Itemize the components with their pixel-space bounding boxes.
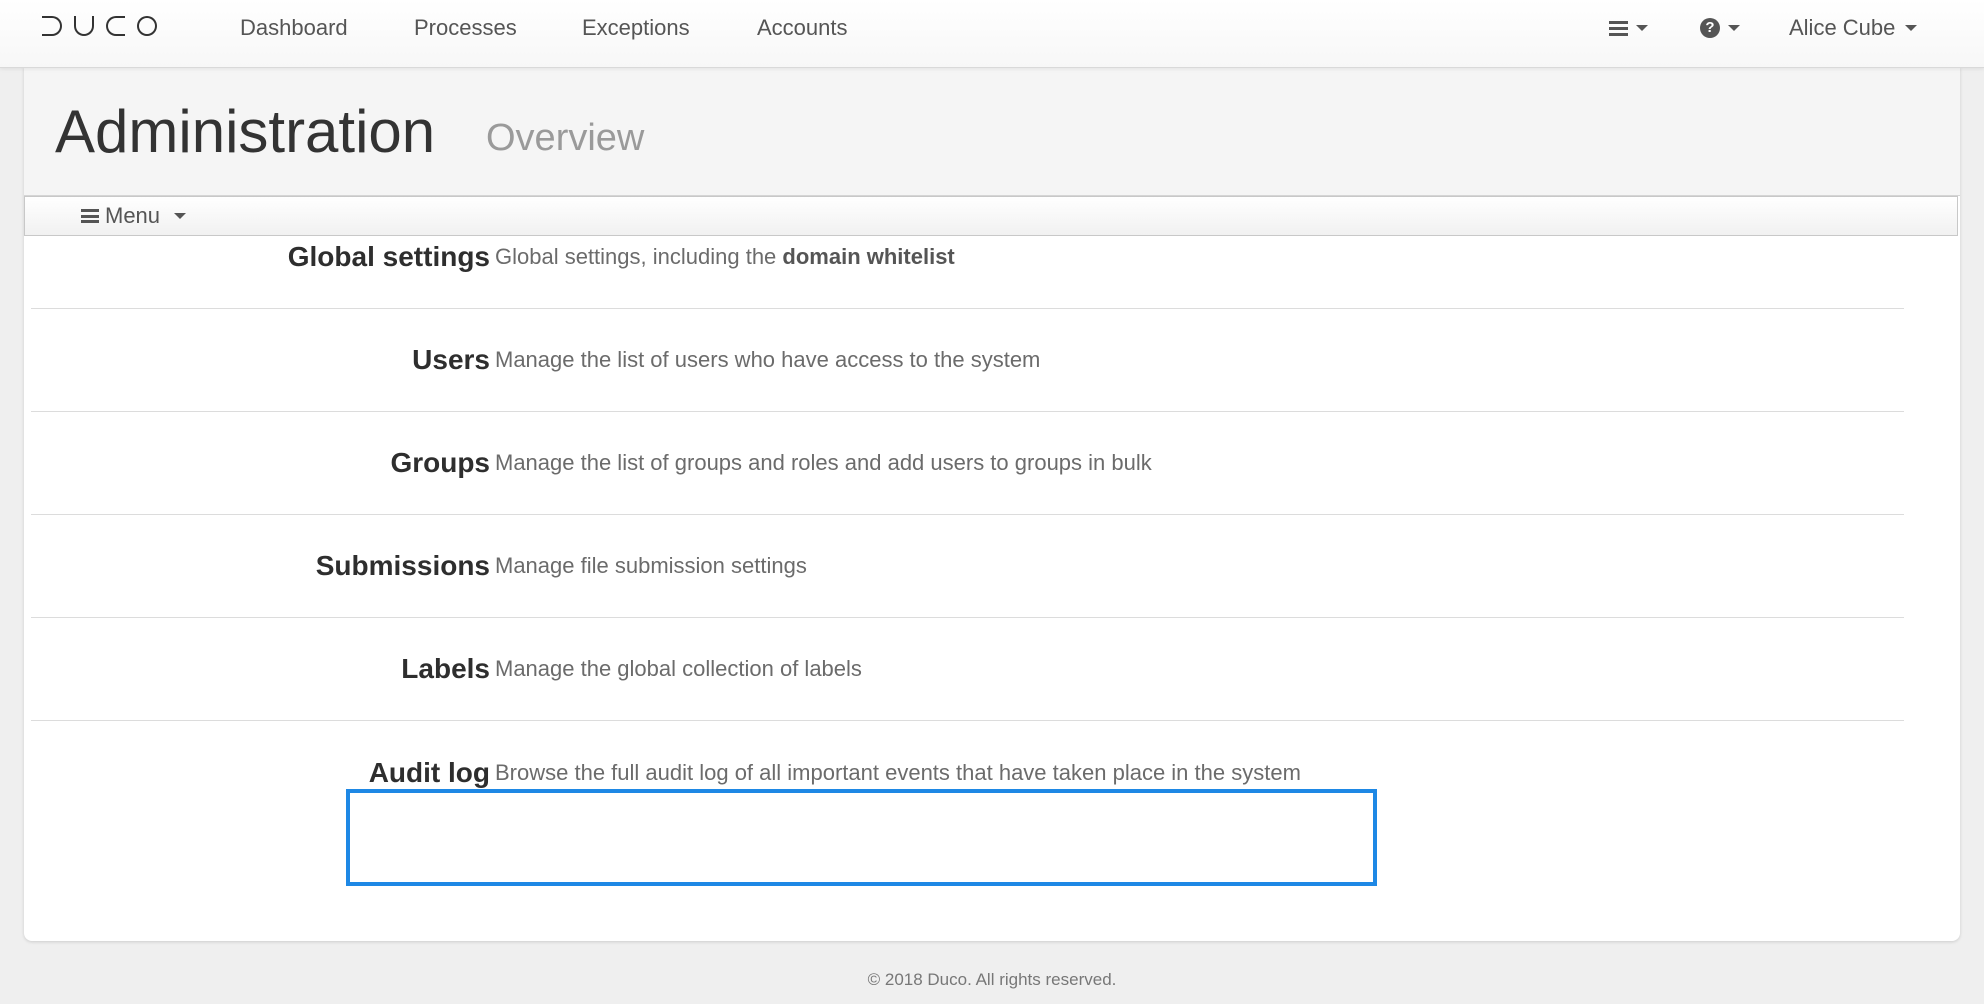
page-subtitle: Overview (486, 117, 645, 159)
item-title[interactable]: Users (412, 344, 490, 376)
nav-exceptions[interactable]: Exceptions (582, 0, 690, 56)
app-menu-dropdown[interactable] (1609, 0, 1648, 56)
item-description: Manage file submission settings (495, 553, 807, 578)
caret-down-icon (1905, 25, 1918, 31)
item-title[interactable]: Labels (401, 653, 490, 685)
user-menu-dropdown[interactable]: Alice Cube (1789, 0, 1918, 56)
page-header: Administration Overview (24, 67, 1960, 196)
admin-item-global-settings[interactable]: Global settings Global settings, includi… (31, 206, 1904, 309)
logo-letter-o (137, 16, 157, 36)
logo-letter-c (105, 16, 126, 36)
caret-down-icon (1636, 25, 1648, 31)
user-name: Alice Cube (1789, 15, 1896, 40)
admin-item-audit-log[interactable]: Audit log Browse the full audit log of a… (31, 721, 1904, 824)
admin-item-list: Global settings Global settings, includi… (31, 206, 1904, 824)
page-title: Administration (55, 98, 436, 165)
top-navbar: Dashboard Processes Exceptions Accounts … (0, 0, 1984, 68)
item-description: Browse the full audit log of all importa… (495, 759, 1301, 785)
hamburger-icon (1609, 20, 1628, 36)
nav-dashboard[interactable]: Dashboard (240, 0, 348, 56)
nav-accounts[interactable]: Accounts (757, 0, 848, 56)
admin-item-submissions[interactable]: Submissions Manage file submission setti… (31, 515, 1904, 618)
item-description-text: Global settings, including the (495, 244, 783, 269)
admin-item-labels[interactable]: Labels Manage the global collection of l… (31, 618, 1904, 721)
item-title[interactable]: Global settings (288, 241, 490, 273)
help-circle-icon: ? (1700, 18, 1720, 38)
footer-copyright: © 2018 Duco. All rights reserved. (867, 970, 1117, 989)
item-title[interactable]: Submissions (316, 550, 490, 582)
item-description: Global settings, including the domain wh… (495, 244, 955, 270)
domain-whitelist-emphasis: domain whitelist (782, 244, 955, 269)
admin-item-groups[interactable]: Groups Manage the list of groups and rol… (31, 412, 1904, 515)
nav-processes[interactable]: Processes (414, 0, 517, 56)
caret-down-icon (1728, 25, 1740, 31)
item-title[interactable]: Audit log (369, 757, 490, 789)
help-dropdown[interactable]: ? (1700, 0, 1740, 56)
logo-letter-u (73, 16, 94, 36)
item-description: Manage the list of groups and roles and … (495, 450, 1152, 475)
item-description: Manage the global collection of labels (495, 656, 862, 681)
duco-logo[interactable] (42, 14, 157, 38)
item-description: Manage the list of users who have access… (495, 347, 1041, 372)
logo-letter-d (42, 16, 62, 36)
admin-item-users[interactable]: Users Manage the list of users who have … (31, 309, 1904, 412)
item-title[interactable]: Groups (390, 447, 490, 479)
